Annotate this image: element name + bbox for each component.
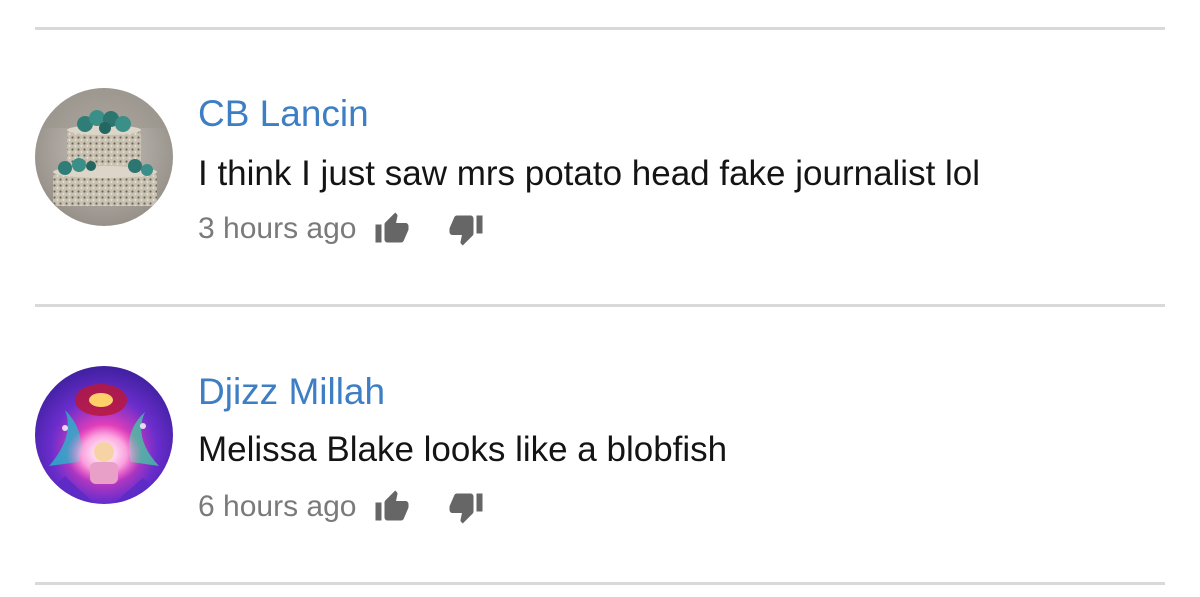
comment-actions: 3 hours ago <box>198 209 484 249</box>
avatar[interactable] <box>35 366 173 504</box>
thumbs-up-icon <box>375 212 409 243</box>
comment-item: Djizz Millah Melissa Blake looks like a … <box>0 0 1200 524</box>
thumbs-down-icon <box>449 215 483 246</box>
comment-divider <box>35 582 1165 585</box>
comment-timestamp: 3 hours ago <box>198 212 357 245</box>
psychedelic-avatar-icon <box>35 366 173 504</box>
comment-text: Melissa Blake looks like a blobfish <box>198 430 728 469</box>
comment-timestamp: 6 hours ago <box>198 490 357 523</box>
dislike-button[interactable] <box>448 489 484 525</box>
thumbs-down-icon <box>449 493 483 524</box>
dislike-button[interactable] <box>448 211 484 247</box>
like-button[interactable] <box>374 211 410 247</box>
comment-actions: 6 hours ago <box>198 487 484 527</box>
thumbs-up-icon <box>375 490 409 521</box>
comment-divider <box>35 304 1165 307</box>
comment-author[interactable]: Djizz Millah <box>198 373 385 410</box>
like-button[interactable] <box>374 489 410 525</box>
